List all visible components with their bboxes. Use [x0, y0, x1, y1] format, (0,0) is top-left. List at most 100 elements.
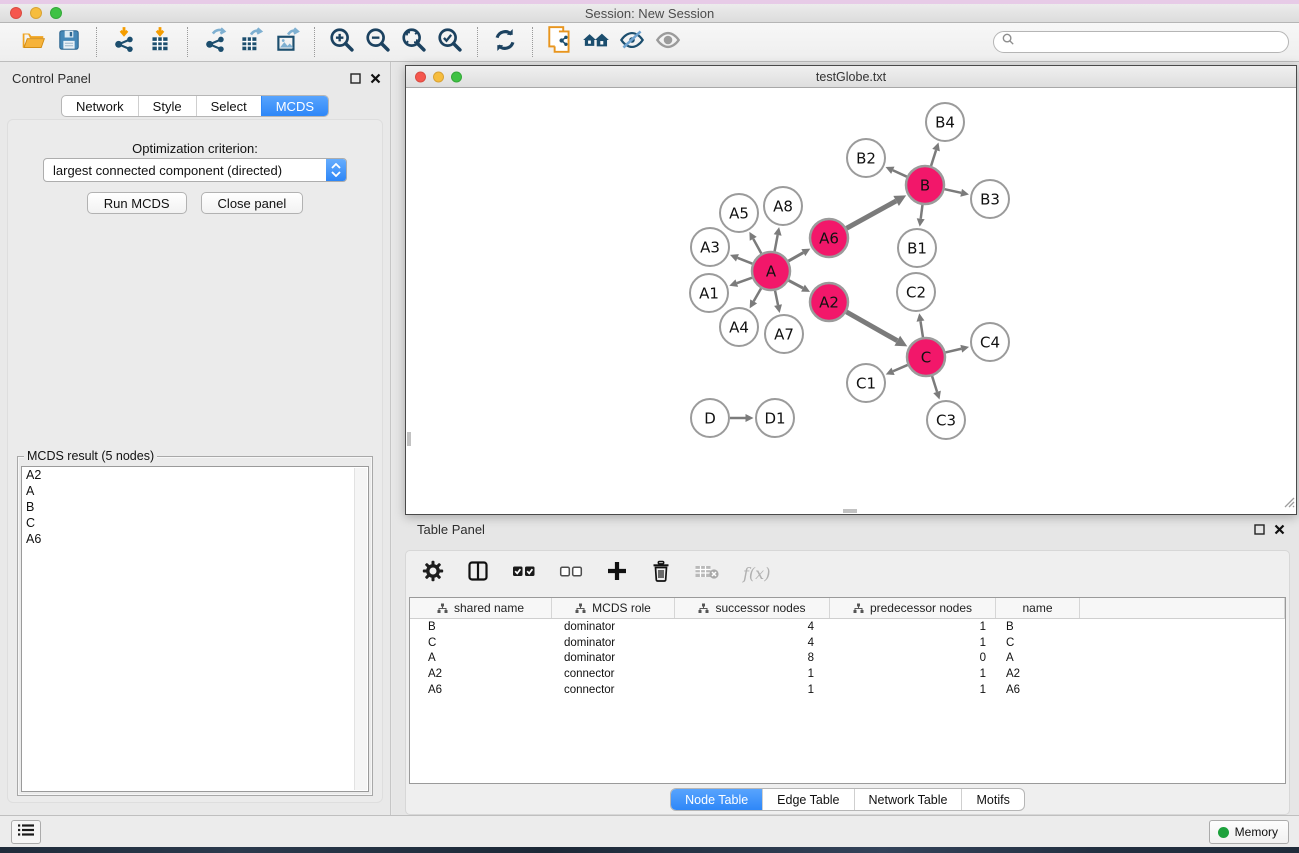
- tab-edge-table[interactable]: Edge Table: [762, 789, 853, 810]
- graph-node-A5[interactable]: A5: [720, 194, 758, 232]
- tab-network[interactable]: Network: [62, 96, 138, 116]
- float-panel-icon[interactable]: [350, 71, 361, 89]
- settings-gear-icon[interactable]: [422, 560, 444, 587]
- zoom-fit-button[interactable]: [396, 27, 432, 57]
- graph-node-C1[interactable]: C1: [847, 364, 885, 402]
- export-image-button[interactable]: [269, 27, 305, 57]
- close-panel-button[interactable]: Close panel: [201, 192, 304, 214]
- first-neighbors-button[interactable]: [578, 27, 614, 57]
- network-zoom-button[interactable]: [451, 71, 462, 82]
- import-table-button[interactable]: [142, 27, 178, 57]
- graph-edge-A-A3[interactable]: [730, 254, 752, 264]
- apply-layout-button[interactable]: [487, 27, 523, 57]
- graph-edge-C-C1[interactable]: [886, 365, 908, 375]
- graph-node-B2[interactable]: B2: [847, 139, 885, 177]
- graph-node-D[interactable]: D: [691, 399, 729, 437]
- network-window-titlebar[interactable]: testGlobe.txt: [406, 66, 1296, 88]
- graph-node-B3[interactable]: B3: [971, 180, 1009, 218]
- zoom-in-button[interactable]: [324, 27, 360, 57]
- close-window-button[interactable]: [10, 7, 22, 19]
- zoom-selected-button[interactable]: [432, 27, 468, 57]
- column-header-shared-name[interactable]: shared name: [410, 598, 552, 618]
- deselect-all-checkboxes-icon[interactable]: [559, 564, 583, 583]
- graph-edge-A2-C[interactable]: [846, 312, 907, 347]
- add-column-icon[interactable]: [606, 560, 628, 587]
- graph-node-C3[interactable]: C3: [927, 401, 965, 439]
- graph-node-C2[interactable]: C2: [897, 273, 935, 311]
- graph-node-B1[interactable]: B1: [898, 229, 936, 267]
- graph-node-C4[interactable]: C4: [971, 323, 1009, 361]
- table-row[interactable]: Cdominator41C: [410, 635, 1285, 651]
- tab-motifs[interactable]: Motifs: [961, 789, 1023, 810]
- graph-node-A2[interactable]: A2: [810, 283, 848, 321]
- memory-button[interactable]: Memory: [1209, 820, 1289, 844]
- graph-edge-A-A6[interactable]: [788, 249, 810, 261]
- mcds-result-item[interactable]: A6: [22, 531, 368, 547]
- delete-table-icon[interactable]: [694, 562, 720, 585]
- graph-edge-B-B3[interactable]: [945, 189, 969, 197]
- delete-column-icon[interactable]: [651, 560, 671, 587]
- tab-network-table[interactable]: Network Table: [854, 789, 962, 810]
- float-table-panel-icon[interactable]: [1254, 522, 1265, 540]
- export-network-button[interactable]: [197, 27, 233, 57]
- new-network-from-selection-button[interactable]: [542, 27, 578, 57]
- graph-node-C[interactable]: C: [907, 338, 945, 376]
- mcds-result-item[interactable]: A2: [22, 467, 368, 483]
- graph-edge-A6-B[interactable]: [847, 195, 907, 228]
- search-input[interactable]: [1016, 33, 1288, 51]
- graph-edge-A-A5[interactable]: [749, 232, 761, 254]
- save-session-button[interactable]: [51, 27, 87, 57]
- tab-mcds[interactable]: MCDS: [261, 96, 328, 116]
- result-scrollbar[interactable]: [354, 468, 367, 790]
- column-header-name[interactable]: name: [996, 598, 1080, 618]
- column-header-mcds-role[interactable]: MCDS role: [552, 598, 675, 618]
- close-panel-icon[interactable]: [370, 71, 381, 89]
- graph-node-B4[interactable]: B4: [926, 103, 964, 141]
- resize-grip[interactable]: [1282, 495, 1295, 513]
- graph-edge-C-C3[interactable]: [932, 376, 941, 399]
- column-header-predecessor-nodes[interactable]: predecessor nodes: [830, 598, 996, 618]
- select-all-checkboxes-icon[interactable]: [512, 564, 536, 583]
- table-row[interactable]: A2connector11A2: [410, 666, 1285, 682]
- graph-node-A1[interactable]: A1: [690, 274, 728, 312]
- graph-edge-A-A4[interactable]: [750, 288, 761, 308]
- show-column-icon[interactable]: [467, 560, 489, 587]
- graph-node-A7[interactable]: A7: [765, 315, 803, 353]
- graph-node-A6[interactable]: A6: [810, 219, 848, 257]
- tab-node-table[interactable]: Node Table: [671, 789, 762, 810]
- graph-edge-D-D1[interactable]: [730, 414, 754, 422]
- mcds-result-list[interactable]: A2ABCA6: [21, 466, 369, 792]
- network-minimize-button[interactable]: [433, 71, 444, 82]
- graph-edge-A-A1[interactable]: [729, 278, 752, 287]
- mcds-result-item[interactable]: A: [22, 483, 368, 499]
- graph-node-D1[interactable]: D1: [756, 399, 794, 437]
- hide-selected-button[interactable]: [614, 27, 650, 57]
- graph-edge-A-A7[interactable]: [774, 291, 782, 313]
- close-table-panel-icon[interactable]: [1274, 522, 1285, 540]
- import-network-button[interactable]: [106, 27, 142, 57]
- search-field[interactable]: [993, 31, 1289, 53]
- table-row[interactable]: Bdominator41B: [410, 619, 1285, 635]
- minimize-window-button[interactable]: [30, 7, 42, 19]
- graph-node-A[interactable]: A: [752, 252, 790, 290]
- graph-edge-B-B4[interactable]: [931, 142, 940, 165]
- export-table-button[interactable]: [233, 27, 269, 57]
- vertical-scroll-indicator[interactable]: [407, 432, 411, 446]
- mcds-result-item[interactable]: B: [22, 499, 368, 515]
- graph-edge-C-C2[interactable]: [917, 313, 925, 337]
- table-row[interactable]: Adominator80A: [410, 651, 1285, 667]
- graph-node-B[interactable]: B: [906, 166, 944, 204]
- tab-style[interactable]: Style: [138, 96, 196, 116]
- graph-edge-B-B1[interactable]: [917, 205, 925, 227]
- zoom-window-button[interactable]: [50, 7, 62, 19]
- horizontal-scroll-indicator[interactable]: [843, 509, 857, 513]
- graph-edge-B-B2[interactable]: [886, 167, 907, 177]
- show-graphics-details-button[interactable]: [650, 27, 686, 57]
- graph-node-A3[interactable]: A3: [691, 228, 729, 266]
- graph-edge-A-A8[interactable]: [774, 227, 782, 251]
- open-file-button[interactable]: [15, 27, 51, 57]
- graph-node-A4[interactable]: A4: [720, 308, 758, 346]
- table-row[interactable]: A6connector11A6: [410, 682, 1285, 698]
- criterion-dropdown[interactable]: largest connected component (directed): [43, 158, 347, 182]
- network-close-button[interactable]: [415, 71, 426, 82]
